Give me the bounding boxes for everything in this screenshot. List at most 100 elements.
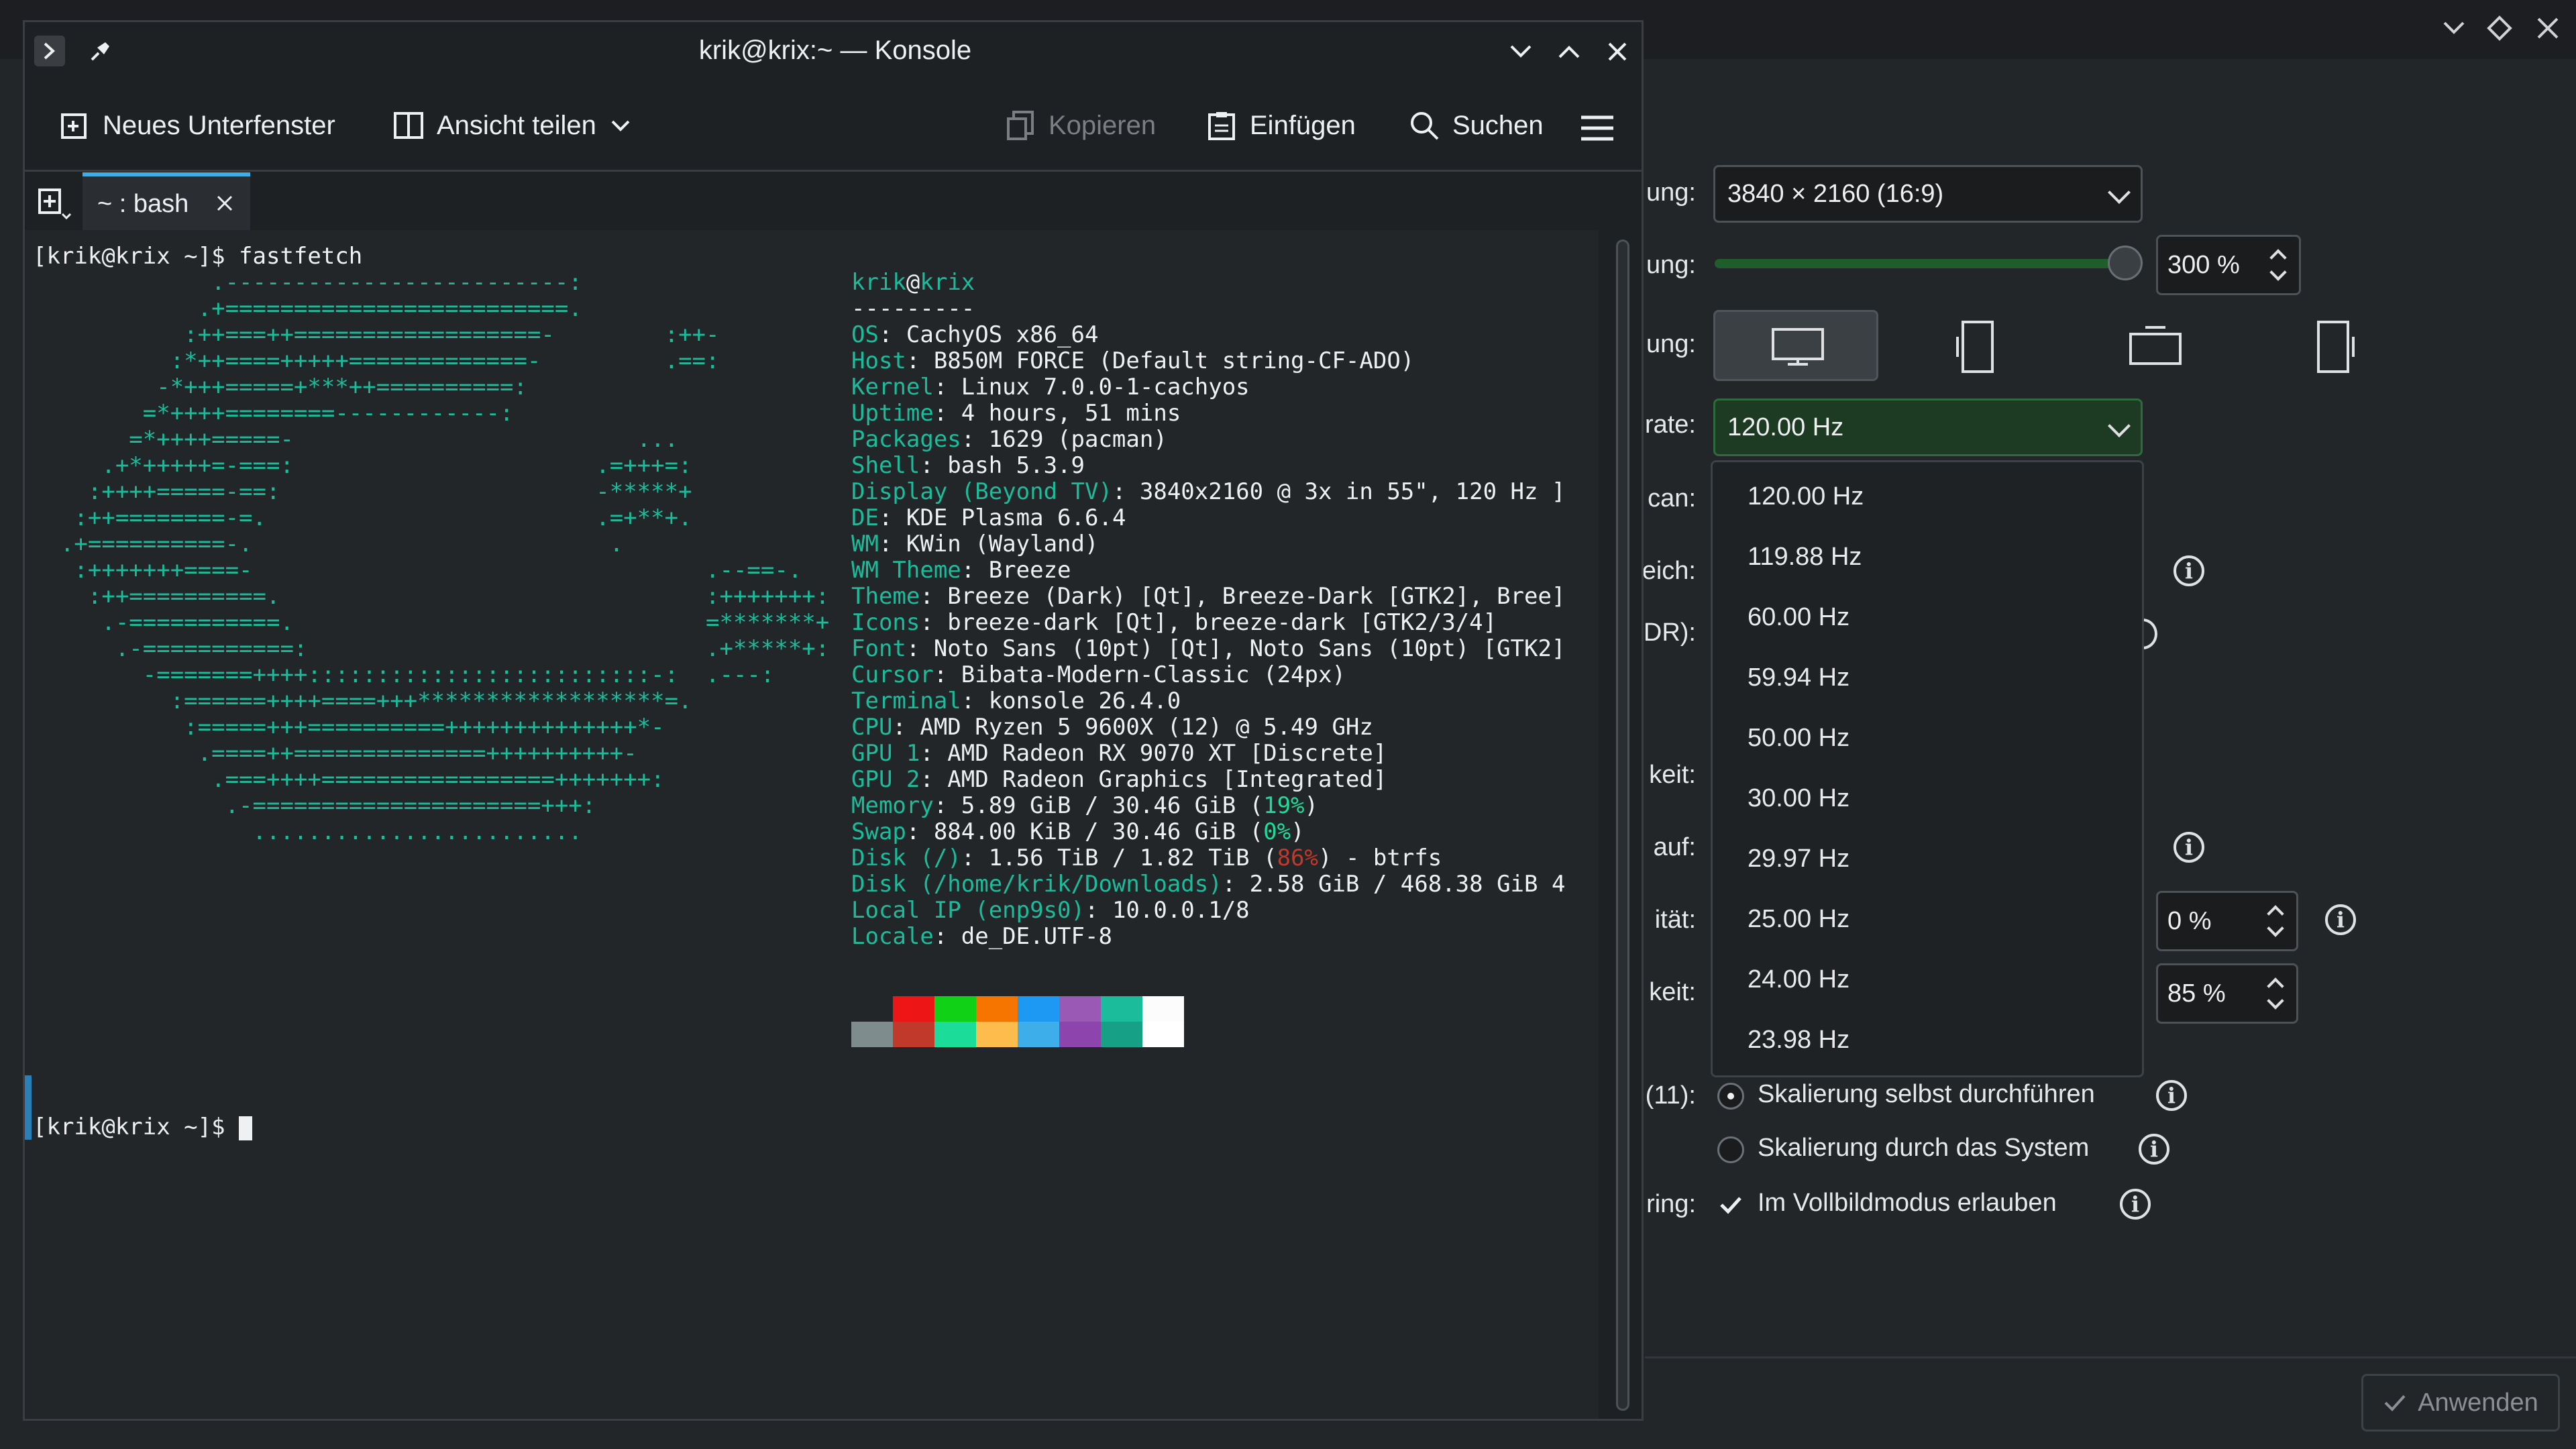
info-value: : 5.89 GiB / 30.46 GiB (: [933, 792, 1264, 819]
copy-button[interactable]: Kopieren: [1004, 109, 1156, 142]
monitor-rotated-right-icon: [2317, 321, 2355, 373]
system-info-list: OS: CachyOS x86_64 Host: B850M FORCE (Def…: [851, 322, 1565, 950]
scale-system-radio[interactable]: [1717, 1136, 1744, 1163]
info-key: Theme: [851, 583, 920, 610]
prompt-line-current: [krik@krix ~]$: [33, 1114, 253, 1140]
text-cursor: [239, 1116, 253, 1140]
info-percent: 86%: [1277, 845, 1318, 871]
scale-slider-handle[interactable]: [2108, 246, 2143, 280]
apply-button[interactable]: Anwenden: [2361, 1374, 2560, 1432]
info-line: Locale: de_DE.UTF-8: [851, 924, 1565, 950]
scale-slider-track[interactable]: [1715, 259, 2121, 268]
info-value: : konsole 26.4.0: [961, 688, 1181, 714]
info-value: : 884.00 KiB / 30.46 GiB (: [906, 818, 1264, 845]
info-value: ): [1291, 818, 1305, 845]
close-icon[interactable]: [1604, 38, 1631, 65]
refresh-option[interactable]: 23.98 Hz: [1748, 1026, 1849, 1055]
new-tab-label: Neues Unterfenster: [103, 110, 335, 140]
split-view-label: Ansicht teilen: [437, 110, 596, 140]
orientation-portrait-left-button[interactable]: [1893, 310, 2058, 381]
refresh-option[interactable]: 50.00 Hz: [1748, 724, 1849, 753]
hamburger-menu-icon[interactable]: [1580, 112, 1615, 144]
info-key: OS: [851, 321, 879, 348]
new-tab-button[interactable]: Neues Unterfenster: [58, 109, 335, 142]
info-key: Kernel: [851, 374, 934, 400]
refresh-option[interactable]: 60.00 Hz: [1748, 603, 1849, 632]
info-icon[interactable]: i: [2120, 1189, 2151, 1220]
info-icon[interactable]: i: [2156, 1080, 2187, 1111]
info-key: GPU 1: [851, 740, 920, 767]
info-icon[interactable]: i: [2325, 904, 2356, 935]
info-key: Font: [851, 635, 906, 662]
info-line: Shell: bash 5.3.9: [851, 453, 1565, 479]
refresh-rate-value: 120.00 Hz: [1727, 413, 1844, 441]
info-dashes: ---------: [851, 295, 975, 322]
info-key: Cursor: [851, 661, 934, 688]
search-button[interactable]: Suchen: [1408, 109, 1544, 142]
info-line: Host: B850M FORCE (Default string-CF-ADO…: [851, 348, 1565, 374]
copy-icon: [1007, 111, 1034, 140]
refresh-rate-combobox[interactable]: 120.00 Hz: [1713, 398, 2143, 456]
resolution-combobox[interactable]: 3840 × 2160 (16:9): [1713, 165, 2143, 223]
terminal-scrollbar[interactable]: [1616, 239, 1629, 1411]
color-swatch: [976, 996, 1018, 1022]
info-line: Cursor: Bibata-Modern-Classic (24px): [851, 662, 1565, 688]
refresh-option[interactable]: 24.00 Hz: [1748, 965, 1849, 994]
info-icon[interactable]: i: [2174, 555, 2204, 586]
info-key: Shell: [851, 452, 920, 479]
chevron-down-icon[interactable]: [2267, 992, 2284, 1010]
color-swatch: [1059, 996, 1101, 1022]
info-value: : CachyOS x86_64: [878, 321, 1099, 348]
priority-spinbox[interactable]: 0 %: [2156, 891, 2298, 951]
resolution-value: 3840 × 2160 (16:9): [1727, 179, 1944, 208]
info-icon[interactable]: i: [2174, 832, 2204, 863]
orientation-inverted-button[interactable]: [2073, 310, 2238, 381]
orientation-landscape-button[interactable]: [1713, 310, 1878, 381]
info-key: Locale: [851, 923, 934, 950]
refresh-option[interactable]: 30.00 Hz: [1748, 784, 1849, 813]
refresh-option[interactable]: 25.00 Hz: [1748, 905, 1849, 934]
info-host: krix: [920, 269, 975, 296]
prompt-text: [krik@krix ~]$: [33, 1114, 239, 1140]
float-icon[interactable]: [2486, 15, 2513, 46]
user-host: krik@krix: [851, 270, 975, 296]
terminal-view[interactable]: [krik@krix ~]$ fastfetch .--------------…: [25, 230, 1599, 1419]
paste-button[interactable]: Einfügen: [1205, 109, 1356, 142]
sharpness-spinbox[interactable]: 85 %: [2156, 963, 2298, 1024]
close-icon[interactable]: [2534, 15, 2561, 46]
refresh-option[interactable]: 29.97 Hz: [1748, 845, 1849, 873]
minimize-icon[interactable]: [1507, 38, 1534, 65]
refresh-option[interactable]: 59.94 Hz: [1748, 663, 1849, 692]
toolbar-divider: [25, 170, 1642, 172]
chevron-down-icon[interactable]: [2267, 920, 2284, 937]
info-value: : AMD Radeon RX 9070 XT [Discrete]: [920, 740, 1387, 767]
refresh-option[interactable]: 120.00 Hz: [1748, 482, 1864, 511]
info-line: Uptime: 4 hours, 51 mins: [851, 400, 1565, 427]
info-line: Packages: 1629 (pacman): [851, 427, 1565, 453]
scale-value: 300 %: [2167, 250, 2240, 279]
color-swatch: [893, 1022, 934, 1047]
info-key: Display (Beyond TV): [851, 478, 1112, 505]
orientation-portrait-right-button[interactable]: [2253, 310, 2418, 381]
chevron-down-icon: [2108, 181, 2131, 204]
new-tab-icon[interactable]: [36, 186, 73, 223]
tab-bash[interactable]: ~ : bash: [83, 172, 250, 230]
fullscreen-label: Im Vollbildmodus erlauben: [1758, 1189, 2057, 1217]
chevron-down-icon[interactable]: [608, 113, 633, 138]
split-view-button[interactable]: Ansicht teilen: [392, 109, 633, 142]
color-swatch: [893, 996, 934, 1022]
info-value: : Linux 7.0.0-1-cachyos: [933, 374, 1250, 400]
info-key: CPU: [851, 714, 893, 741]
scale-spinbox[interactable]: 300 %: [2156, 235, 2301, 295]
refresh-option[interactable]: 119.88 Hz: [1748, 543, 1862, 572]
chevron-down-icon[interactable]: [2269, 264, 2287, 281]
scale-self-radio[interactable]: [1717, 1083, 1744, 1110]
close-tab-icon[interactable]: [214, 193, 235, 214]
konsole-window: krik@krix:~ — Konsole Neues Unterfenster…: [23, 20, 1644, 1421]
info-line: Icons: breeze-dark [Qt], breeze-dark [GT…: [851, 610, 1565, 636]
footer-divider: [1645, 1356, 2576, 1358]
minimize-icon[interactable]: [2440, 15, 2467, 46]
maximize-icon[interactable]: [1556, 38, 1582, 65]
fullscreen-checkbox[interactable]: [1717, 1191, 1744, 1218]
info-icon[interactable]: i: [2139, 1134, 2169, 1165]
